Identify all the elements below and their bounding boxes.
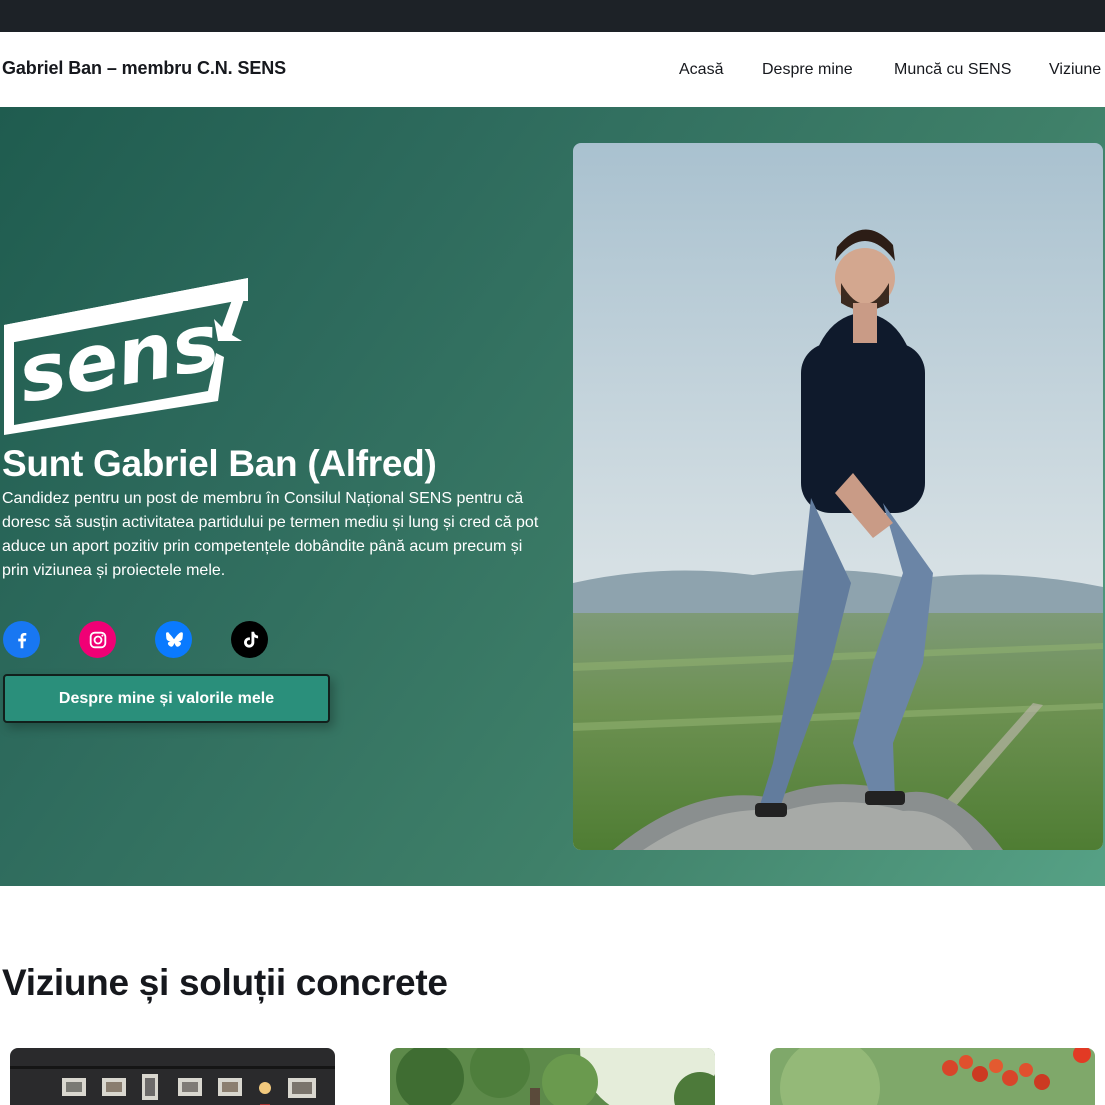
main-nav: Acasă Despre mine Muncă cu SENS Viziune [0, 61, 1105, 81]
vision-title: Viziune și soluții concrete [2, 962, 448, 1003]
nav-link-acasa[interactable]: Acasă [679, 61, 723, 79]
hero-title: Sunt Gabriel Ban (Alfred) [2, 443, 437, 484]
instagram-link[interactable] [79, 621, 116, 658]
nav-link-viziune[interactable]: Viziune [1049, 61, 1101, 79]
nav-link-munca-cu-sens[interactable]: Muncă cu SENS [894, 61, 1011, 79]
facebook-icon [17, 632, 26, 648]
about-me-button[interactable]: Despre mine și valorile mele [3, 674, 330, 723]
hero-photo [573, 143, 1103, 850]
vision-card-image[interactable] [10, 1048, 335, 1105]
tiktok-icon [243, 631, 258, 648]
hero-section: sens Sunt Gabriel Ban (Alfred) Candidez … [0, 107, 1105, 886]
sens-logo: sens [4, 278, 248, 435]
nav-link-despre-mine[interactable]: Despre mine [762, 61, 853, 79]
facebook-link[interactable] [3, 621, 40, 658]
bluesky-icon [165, 631, 183, 647]
vision-card-image[interactable] [390, 1048, 715, 1105]
bluesky-link[interactable] [155, 621, 192, 658]
navbar: Gabriel Ban – membru C.N. SENS Acasă Des… [0, 32, 1105, 107]
instagram-icon [89, 631, 106, 648]
hero-description: Candidez pentru un post de membru în Con… [2, 490, 539, 579]
tiktok-link[interactable] [231, 621, 268, 658]
vision-card-image[interactable] [770, 1048, 1095, 1105]
top-bar [0, 0, 1105, 32]
